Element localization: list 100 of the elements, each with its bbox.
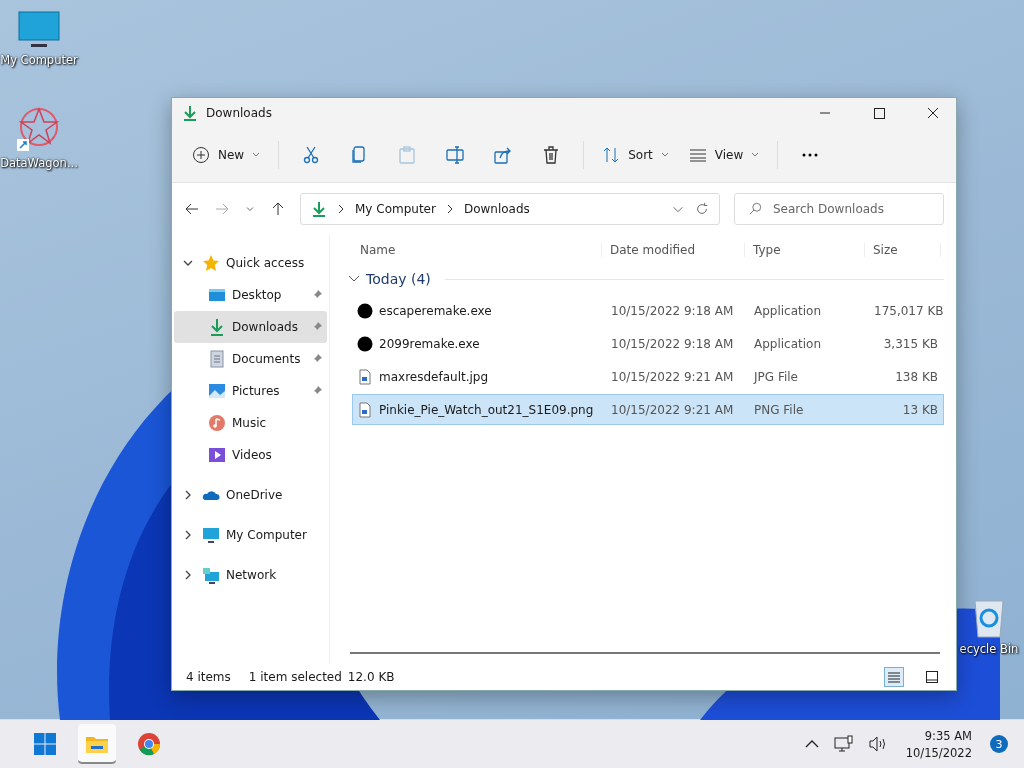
sidebar-label: Downloads — [232, 320, 299, 334]
type-cell-text: Application — [753, 303, 823, 318]
download-icon — [182, 105, 198, 121]
sidebar-item[interactable]: Documents — [174, 343, 327, 375]
details-view-icon[interactable] — [884, 666, 904, 687]
type-cell-text: PNG File — [753, 402, 805, 417]
plus-circle-icon — [192, 146, 210, 164]
date-cell-text: 10/15/2022 9:18 AM — [610, 303, 735, 318]
item-count: 4 items — [186, 669, 231, 684]
sidebar-item[interactable]: Music — [174, 407, 327, 439]
monitor-icon[interactable] — [17, 10, 61, 50]
size-cell-text: 138 KB — [894, 369, 939, 384]
list-lines-icon — [688, 146, 707, 164]
file-row[interactable]: Pinkie_Pie_Watch_out21_S1E09.png 10/15/2022 9:21 AM PNG File 13 KB — [352, 394, 944, 425]
notification-badge[interactable]: 3 — [990, 735, 1008, 754]
chevron-right-icon[interactable] — [183, 570, 193, 580]
clock-time: 9:35 AM — [924, 728, 972, 743]
document-icon — [208, 350, 226, 368]
column-header[interactable]: Type — [745, 243, 865, 257]
filled-circle-icon — [357, 335, 373, 352]
image-file-icon — [357, 401, 373, 418]
sort-button[interactable]: Sort — [594, 140, 677, 170]
sidebar-item[interactable]: Videos — [174, 439, 327, 471]
chevron-down-icon — [252, 152, 261, 158]
breadcrumb-item[interactable]: Downloads — [463, 202, 530, 216]
sidebar-label: My Computer — [226, 528, 308, 542]
size-cell-text: 13 KB — [901, 402, 939, 417]
star-icon — [202, 254, 220, 272]
address-bar[interactable]: My Computer Downloads — [300, 193, 720, 225]
size-cell-text: 3,315 KB — [882, 336, 939, 351]
size-cell-text: 175,017 KB — [873, 303, 942, 318]
file-row[interactable]: 2099remake.exe 10/15/2022 9:18 AM Application 3,315 KB — [352, 328, 944, 359]
windows-logo-icon — [33, 732, 57, 757]
chevron-down-icon — [751, 152, 760, 158]
sidebar-label: Videos — [232, 448, 273, 462]
clock-date: 10/15/2022 — [905, 745, 972, 760]
breadcrumb-item[interactable]: My Computer — [355, 202, 436, 216]
desktop-icon — [208, 286, 226, 304]
new-button[interactable]: New — [184, 140, 269, 170]
date-cell-text: 10/15/2022 9:18 AM — [610, 336, 735, 351]
date-cell-text: 10/15/2022 9:21 AM — [610, 402, 735, 417]
window-title: Downloads — [206, 106, 272, 120]
speaker-icon[interactable] — [867, 735, 888, 754]
sidebar-label: Pictures — [232, 384, 281, 398]
monitor-icon — [202, 526, 220, 544]
up-arrow-icon[interactable] — [270, 201, 286, 217]
chevron-icon — [348, 274, 360, 284]
network-icon — [202, 566, 220, 584]
breadcrumb-chevron-icon — [337, 204, 345, 214]
breadcrumb-chevron-icon — [445, 204, 454, 214]
sidebar-item[interactable]: Desktop — [174, 279, 327, 311]
sidebar-item[interactable]: Pictures — [174, 375, 327, 407]
file-row[interactable]: maxresdefault.jpg 10/15/2022 9:21 AM JPG File 138 KB — [352, 361, 944, 392]
sidebar-label: Music — [232, 416, 268, 430]
picture-icon — [208, 382, 226, 400]
group-header[interactable]: Today (4) — [344, 265, 944, 293]
network-icon[interactable] — [833, 735, 854, 754]
date-cell-text: 10/15/2022 9:21 AM — [610, 369, 735, 384]
rename-icon[interactable] — [445, 145, 466, 165]
download-icon — [311, 201, 327, 217]
chevron-right-icon[interactable] — [183, 530, 193, 540]
file-name: 2099remake.exe — [379, 336, 480, 351]
column-header[interactable]: Size — [865, 243, 941, 257]
sidebar-item[interactable]: My Computer — [174, 519, 327, 551]
refresh-icon[interactable] — [695, 202, 709, 216]
video-icon — [208, 446, 226, 464]
sidebar-label: Desktop — [232, 288, 283, 302]
column-header[interactable]: Date modified — [602, 243, 745, 257]
music-note-icon — [208, 414, 226, 432]
sidebar-label: Network — [226, 568, 278, 582]
type-cell-text: JPG File — [752, 369, 799, 384]
group-label: Today (4) — [366, 271, 431, 287]
sidebar-item[interactable]: Quick access — [174, 247, 327, 279]
desktop-icon-label[interactable]: ecycle Bin — [959, 642, 1019, 656]
search-field[interactable]: Search Downloads — [734, 193, 944, 225]
search-icon — [748, 202, 762, 216]
column-header[interactable]: Name — [344, 243, 602, 257]
file-row[interactable]: escaperemake.exe 10/15/2022 9:18 AM Application 175,017 KB — [352, 295, 944, 326]
type-cell-text: Application — [753, 336, 823, 351]
image-file-icon — [357, 368, 373, 385]
chevron-down-icon — [660, 152, 669, 158]
view-button[interactable]: View — [680, 140, 768, 170]
chevron-right-icon[interactable] — [183, 490, 193, 500]
sidebar-item[interactable]: Downloads — [174, 311, 327, 343]
file-name: escaperemake.exe — [379, 303, 492, 318]
selection-size: 12.0 KB — [347, 669, 395, 684]
file-name: maxresdefault.jpg — [379, 369, 489, 384]
sidebar-label: OneDrive — [226, 488, 284, 502]
download-icon — [208, 318, 226, 336]
chevron-down-icon[interactable] — [183, 258, 193, 268]
selection-count: 1 item selected — [248, 669, 342, 684]
sort-arrows-icon — [602, 146, 621, 164]
sidebar-item[interactable]: Network — [174, 559, 327, 591]
back-arrow-icon[interactable] — [184, 201, 200, 217]
sidebar-label: Documents — [232, 352, 302, 366]
sidebar-item[interactable]: OneDrive — [174, 479, 327, 511]
browser-logo-icon — [137, 732, 161, 757]
folder-taskbar-button[interactable] — [78, 724, 116, 765]
sidebar-label: Quick access — [226, 256, 306, 270]
clock[interactable]: 9:35 AM 10/15/2022 — [901, 726, 976, 762]
